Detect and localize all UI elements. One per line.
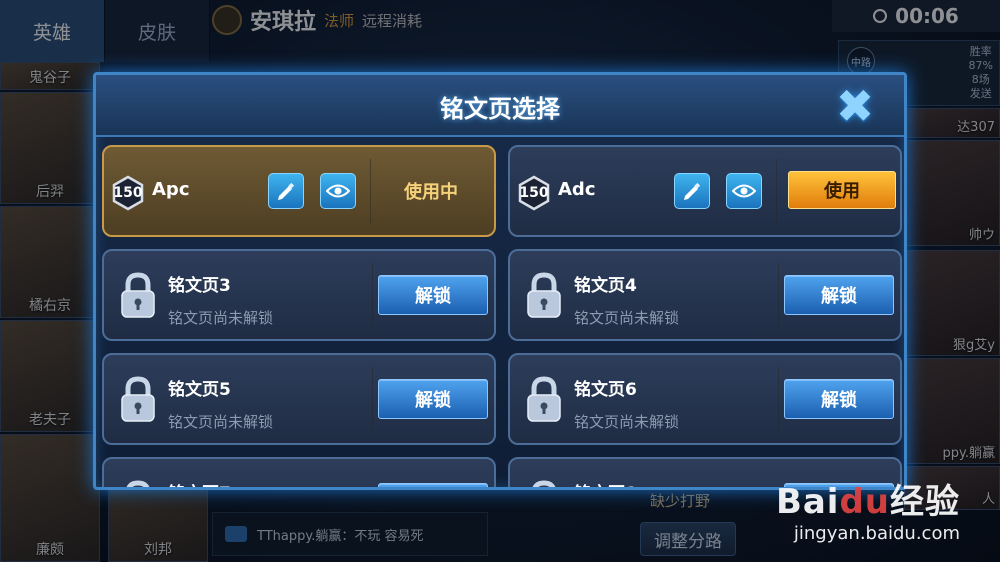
in-use-status: 使用中 [404,182,458,203]
rune-page-card-locked: 铭文页4 铭文页尚未解锁 解锁 [508,249,902,341]
rune-page-card-locked: 铭文页3 铭文页尚未解锁 解锁 [102,249,496,341]
close-button[interactable]: ✖ [832,83,878,129]
lock-icon [121,272,155,318]
level-badge: 150 [516,175,552,211]
locked-page-title: 铭文页8 [574,479,637,487]
view-button[interactable] [320,173,356,209]
eye-icon [326,184,350,198]
level-badge: 150 [110,175,146,211]
unlock-button[interactable]: 解锁 [378,379,488,419]
lock-icon [532,480,556,487]
locked-page-title: 铭文页4 [574,276,637,296]
divider [372,367,373,431]
pencil-icon [278,182,295,200]
use-button[interactable]: 使用 [788,171,896,209]
watermark-logo-b: du [839,482,890,522]
modal-title: 铭文页选择 [440,95,560,123]
pencil-icon [684,182,701,200]
edit-button[interactable] [674,173,710,209]
locked-page-subtitle: 铭文页尚未解锁 [574,413,680,431]
locked-page-title: 铭文页5 [168,380,231,400]
watermark-logo-a: Bai [775,482,840,522]
locked-page-subtitle: 铭文页尚未解锁 [168,309,274,327]
divider [778,367,779,431]
unlock-button[interactable]: 解锁 [378,275,488,315]
lock-icon [527,272,561,318]
modal-header: 铭文页选择 ✖ [96,75,904,137]
unlock-button[interactable]: 解锁 [784,379,894,419]
watermark-logo-c: 经验 [890,482,960,522]
level-value: 150 [519,185,549,201]
divider [778,263,779,327]
level-value: 150 [113,185,143,201]
lock-icon [126,480,150,487]
unlock-button[interactable] [378,483,488,487]
rune-page-card-adc[interactable]: 150 Adc 使用 [508,145,902,237]
rune-page-card-apc[interactable]: 150 Apc 使用中 [102,145,496,237]
rune-page-card-locked: 铭文页7 [102,457,496,487]
locked-page-title: 铭文页3 [168,276,231,296]
divider [776,159,777,223]
locked-page-title: 铭文页7 [168,479,231,487]
rune-page-grid: 150 Apc 使用中 150 Adc 使用 铭文页3 铭文页尚未解锁 解锁 铭… [102,145,902,487]
lock-icon [527,376,561,422]
divider [372,263,373,327]
close-icon: ✖ [835,79,875,133]
eye-icon [732,184,756,198]
unlock-button[interactable]: 解锁 [784,275,894,315]
locked-page-title: 铭文页6 [574,380,637,400]
edit-button[interactable] [268,173,304,209]
page-name: Adc [558,179,596,200]
baidu-watermark: Baidu经验 jingyan.baidu.com [776,474,960,544]
locked-page-subtitle: 铭文页尚未解锁 [168,413,274,431]
rune-page-card-locked: 铭文页5 铭文页尚未解锁 解锁 [102,353,496,445]
watermark-logo: Baidu经验 [776,474,960,523]
rune-page-modal: 铭文页选择 ✖ 150 Apc 使用中 150 Adc 使用 铭文页3 铭文页尚… [93,72,907,490]
lock-icon [121,376,155,422]
watermark-url: jingyan.baidu.com [793,523,960,544]
view-button[interactable] [726,173,762,209]
rune-page-card-locked: 铭文页6 铭文页尚未解锁 解锁 [508,353,902,445]
page-name: Apc [152,179,190,200]
locked-page-subtitle: 铭文页尚未解锁 [574,309,680,327]
